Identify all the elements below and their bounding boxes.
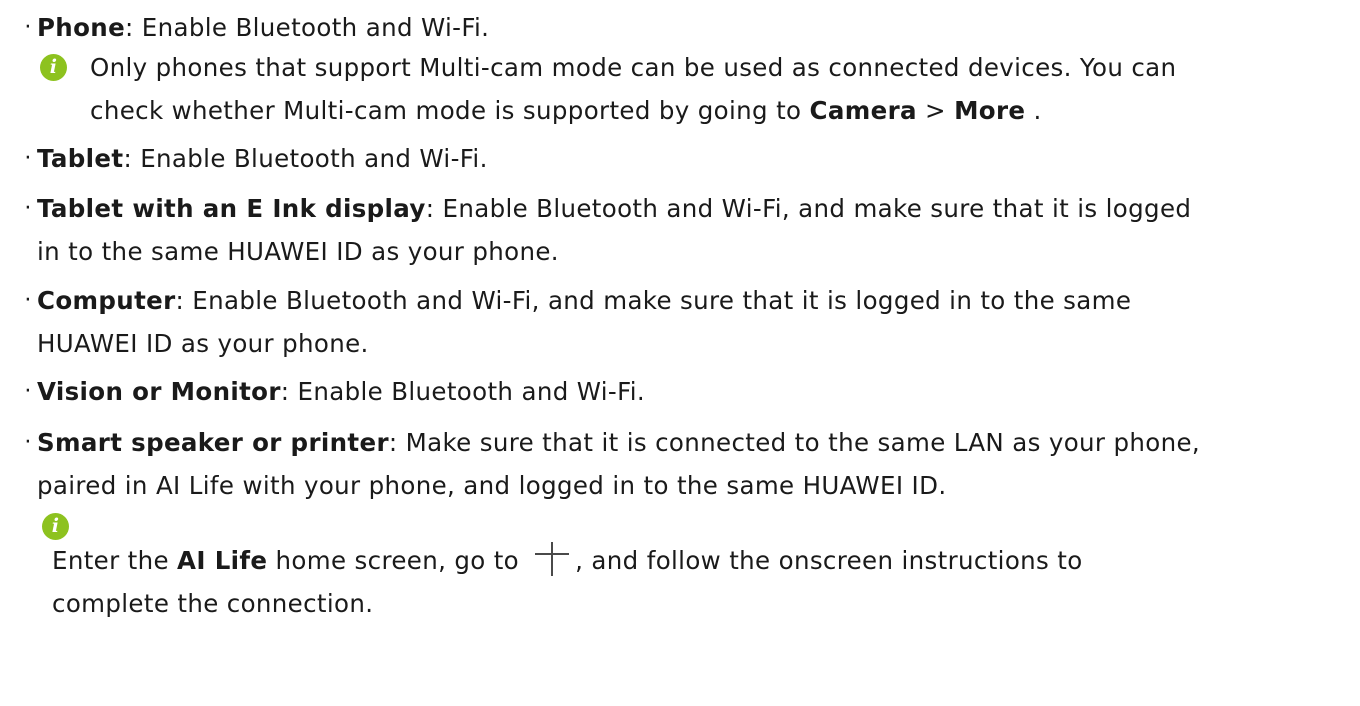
- document-page: · Phone: Enable Bluetooth and Wi-Fi. i O…: [0, 0, 1360, 706]
- list-item-smart-speaker-printer: · Smart speaker or printer: Make sure th…: [20, 421, 1350, 507]
- camera-label: Camera: [809, 96, 917, 125]
- item-text: Tablet with an E Ink display: Enable Blu…: [37, 187, 1350, 230]
- item-label: Tablet: [37, 144, 124, 173]
- bullet: ·: [24, 15, 32, 40]
- item-description: : Enable Bluetooth and Wi-Fi, and make s…: [175, 286, 1132, 315]
- item-text: Smart speaker or printer: Make sure that…: [37, 421, 1350, 464]
- info-icon: i: [40, 54, 67, 81]
- bullet: ·: [24, 288, 32, 313]
- list-item-computer: · Computer: Enable Bluetooth and Wi-Fi, …: [20, 279, 1350, 365]
- list-item-tablet: · Tablet: Enable Bluetooth and Wi-Fi.: [20, 137, 1350, 180]
- item-text: Tablet: Enable Bluetooth and Wi-Fi.: [37, 137, 1350, 180]
- ai-life-label: AI Life: [177, 546, 268, 575]
- item-description: : Enable Bluetooth and Wi-Fi, and make s…: [425, 194, 1192, 223]
- note-line-2: check whether Multi-cam mode is supporte…: [90, 96, 1042, 125]
- note-line-1: Enter the AI Life home screen, go to , a…: [52, 513, 1350, 582]
- list-item-phone: · Phone: Enable Bluetooth and Wi-Fi.: [20, 6, 1350, 49]
- info-icon: i: [42, 513, 69, 540]
- bullet: ·: [24, 430, 32, 455]
- item-label: Phone: [37, 13, 126, 42]
- item-text-line-2: paired in AI Life with your phone, and l…: [37, 471, 947, 500]
- item-text-line-2: HUAWEI ID as your phone.: [37, 329, 369, 358]
- item-label: Tablet with an E Ink display: [37, 194, 426, 223]
- item-label: Smart speaker or printer: [37, 428, 389, 457]
- note-line-1: Only phones that support Multi-cam mode …: [90, 53, 1177, 82]
- item-description: : Make sure that it is connected to the …: [388, 428, 1201, 457]
- note-multi-cam: i Only phones that support Multi-cam mod…: [40, 46, 1350, 132]
- more-label: More: [954, 96, 1026, 125]
- item-text-line-2: in to the same HUAWEI ID as your phone.: [37, 237, 559, 266]
- item-text: Computer: Enable Bluetooth and Wi-Fi, an…: [37, 279, 1350, 322]
- bullet: ·: [24, 146, 32, 171]
- item-description: : Enable Bluetooth and Wi-Fi.: [280, 377, 646, 406]
- list-item-tablet-e-ink: · Tablet with an E Ink display: Enable B…: [20, 187, 1350, 273]
- item-description: : Enable Bluetooth and Wi-Fi.: [125, 13, 490, 42]
- item-description: : Enable Bluetooth and Wi-Fi.: [123, 144, 488, 173]
- item-label: Computer: [37, 286, 176, 315]
- bullet: ·: [24, 379, 32, 404]
- item-text: Phone: Enable Bluetooth and Wi-Fi.: [37, 6, 1350, 49]
- item-label: Vision or Monitor: [37, 377, 281, 406]
- item-text: Vision or Monitor: Enable Bluetooth and …: [37, 370, 1350, 413]
- note-line-2: complete the connection.: [52, 589, 374, 618]
- list-item-vision-monitor: · Vision or Monitor: Enable Bluetooth an…: [20, 370, 1350, 413]
- note-ai-life: i Enter the AI Life home screen, go to ,…: [40, 513, 1350, 625]
- bullet: ·: [24, 196, 32, 221]
- plus-icon: [535, 542, 570, 578]
